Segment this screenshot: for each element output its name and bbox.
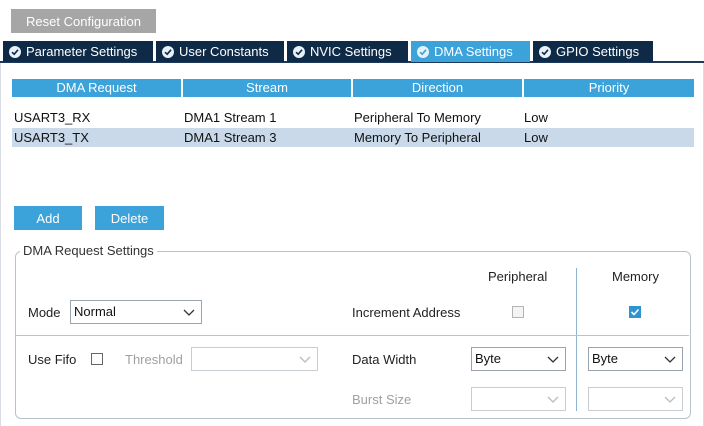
check-circle-icon [162,45,174,58]
table-row[interactable]: USART3_RX DMA1 Stream 1 Peripheral To Me… [12,108,694,127]
cell-stream: DMA1 Stream 3 [184,130,277,145]
tab-dma-settings[interactable]: DMA Settings [411,41,530,62]
chevron-down-icon [299,356,311,363]
add-button[interactable]: Add [14,206,82,230]
cell-direction: Peripheral To Memory [354,110,481,125]
tab-label: User Constants [179,44,269,59]
increment-memory-checkbox[interactable] [629,306,641,318]
threshold-label: Threshold [125,352,183,367]
threshold-select[interactable] [191,347,318,371]
row-divider [16,335,689,336]
use-fifo-checkbox[interactable] [91,353,103,365]
cell-priority: Low [524,130,548,145]
column-header-direction: Direction [353,79,522,97]
data-width-peripheral-value: Byte [475,351,502,366]
tab-label: Parameter Settings [26,44,138,59]
data-width-peripheral-select[interactable]: Byte [471,347,566,371]
chevron-down-icon [664,396,676,403]
peripheral-column-header: Peripheral [488,269,548,284]
mode-value: Normal [74,304,116,319]
cell-direction: Memory To Peripheral [354,130,481,145]
cell-dma-request: USART3_TX [14,130,89,145]
data-width-memory-value: Byte [592,351,619,366]
chevron-down-icon [664,356,676,363]
data-width-label: Data Width [352,352,417,367]
checkmark-icon [630,308,640,316]
burst-size-label: Burst Size [352,392,412,407]
use-fifo-label: Use Fifo [28,352,77,367]
cell-priority: Low [524,110,548,125]
column-header-stream: Stream [183,79,351,97]
tab-nvic-settings[interactable]: NVIC Settings [287,41,408,62]
tab-label: DMA Settings [434,44,513,59]
chevron-down-icon [547,356,559,363]
mode-select[interactable]: Normal [70,300,202,324]
tab-label: GPIO Settings [556,44,640,59]
tab-gpio-settings[interactable]: GPIO Settings [533,41,653,62]
column-divider [576,268,577,411]
group-legend: DMA Request Settings [20,243,157,258]
tab-label: NVIC Settings [310,44,392,59]
burst-size-peripheral-select[interactable] [471,387,566,411]
reset-configuration-button[interactable]: Reset Configuration [11,9,156,33]
tab-user-constants[interactable]: User Constants [156,41,284,62]
column-header-dma-request: DMA Request [12,79,181,97]
cell-stream: DMA1 Stream 1 [184,110,277,125]
chevron-down-icon [547,396,559,403]
cell-dma-request: USART3_RX [14,110,91,125]
increment-address-label: Increment Address [352,305,461,320]
table-row-selected[interactable]: USART3_TX DMA1 Stream 3 Memory To Periph… [12,128,694,147]
data-width-memory-select[interactable]: Byte [588,347,683,371]
chevron-down-icon [183,309,195,316]
burst-size-memory-select[interactable] [588,387,683,411]
check-circle-icon [293,45,305,58]
mode-label: Mode [28,305,61,320]
tab-parameter-settings[interactable]: Parameter Settings [3,41,153,62]
check-circle-icon [417,45,429,58]
column-header-priority: Priority [524,79,694,97]
check-circle-icon [9,45,21,58]
delete-button[interactable]: Delete [95,206,164,230]
increment-peripheral-checkbox[interactable] [512,306,524,318]
check-circle-icon [539,45,551,58]
tab-bar: Parameter Settings User Constants NVIC S… [0,41,704,63]
memory-column-header: Memory [612,269,659,284]
